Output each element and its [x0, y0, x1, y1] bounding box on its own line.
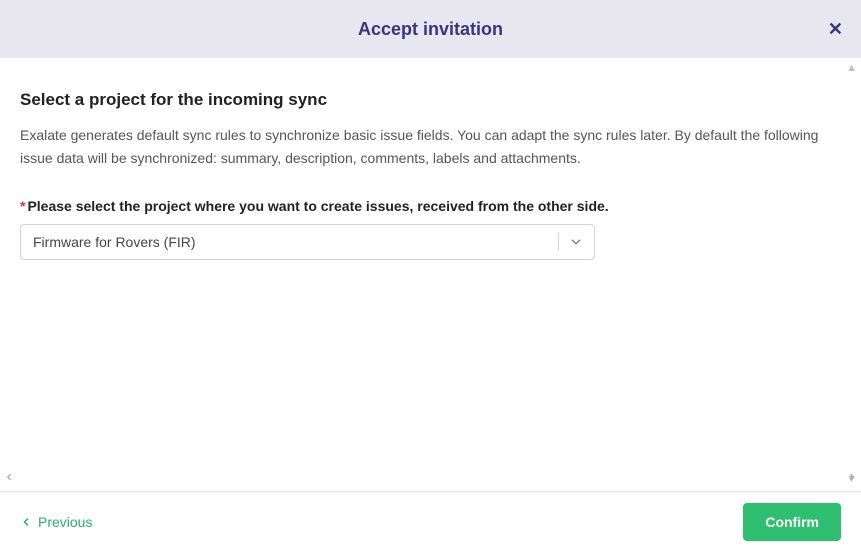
- scroll-right-icon: [847, 469, 857, 487]
- select-divider: [558, 233, 559, 251]
- chevron-left-icon: [20, 516, 32, 528]
- project-select[interactable]: Firmware for Rovers (FIR): [20, 224, 595, 260]
- project-select-value: Firmware for Rovers (FIR): [21, 225, 558, 259]
- section-description: Exalate generates default sync rules to …: [20, 124, 820, 170]
- close-icon[interactable]: ✕: [828, 20, 843, 38]
- section-title: Select a project for the incoming sync: [20, 90, 841, 110]
- project-select-caret[interactable]: [558, 225, 594, 259]
- previous-label: Previous: [38, 514, 92, 530]
- project-select-label: *Please select the project where you wan…: [20, 198, 841, 214]
- chevron-down-icon: [569, 235, 583, 249]
- confirm-button[interactable]: Confirm: [743, 503, 841, 541]
- dialog-header: Accept invitation ✕: [0, 0, 861, 58]
- dialog-footer: Previous Confirm: [0, 491, 861, 551]
- dialog-title: Accept invitation: [358, 19, 503, 40]
- dialog-content: Select a project for the incoming sync E…: [0, 58, 861, 488]
- scroll-left-icon: [4, 469, 14, 487]
- scrollbar-up-icon: ▲: [846, 62, 857, 74]
- project-select-label-text: Please select the project where you want…: [27, 198, 608, 214]
- previous-button[interactable]: Previous: [20, 514, 92, 530]
- required-mark-icon: *: [20, 198, 25, 214]
